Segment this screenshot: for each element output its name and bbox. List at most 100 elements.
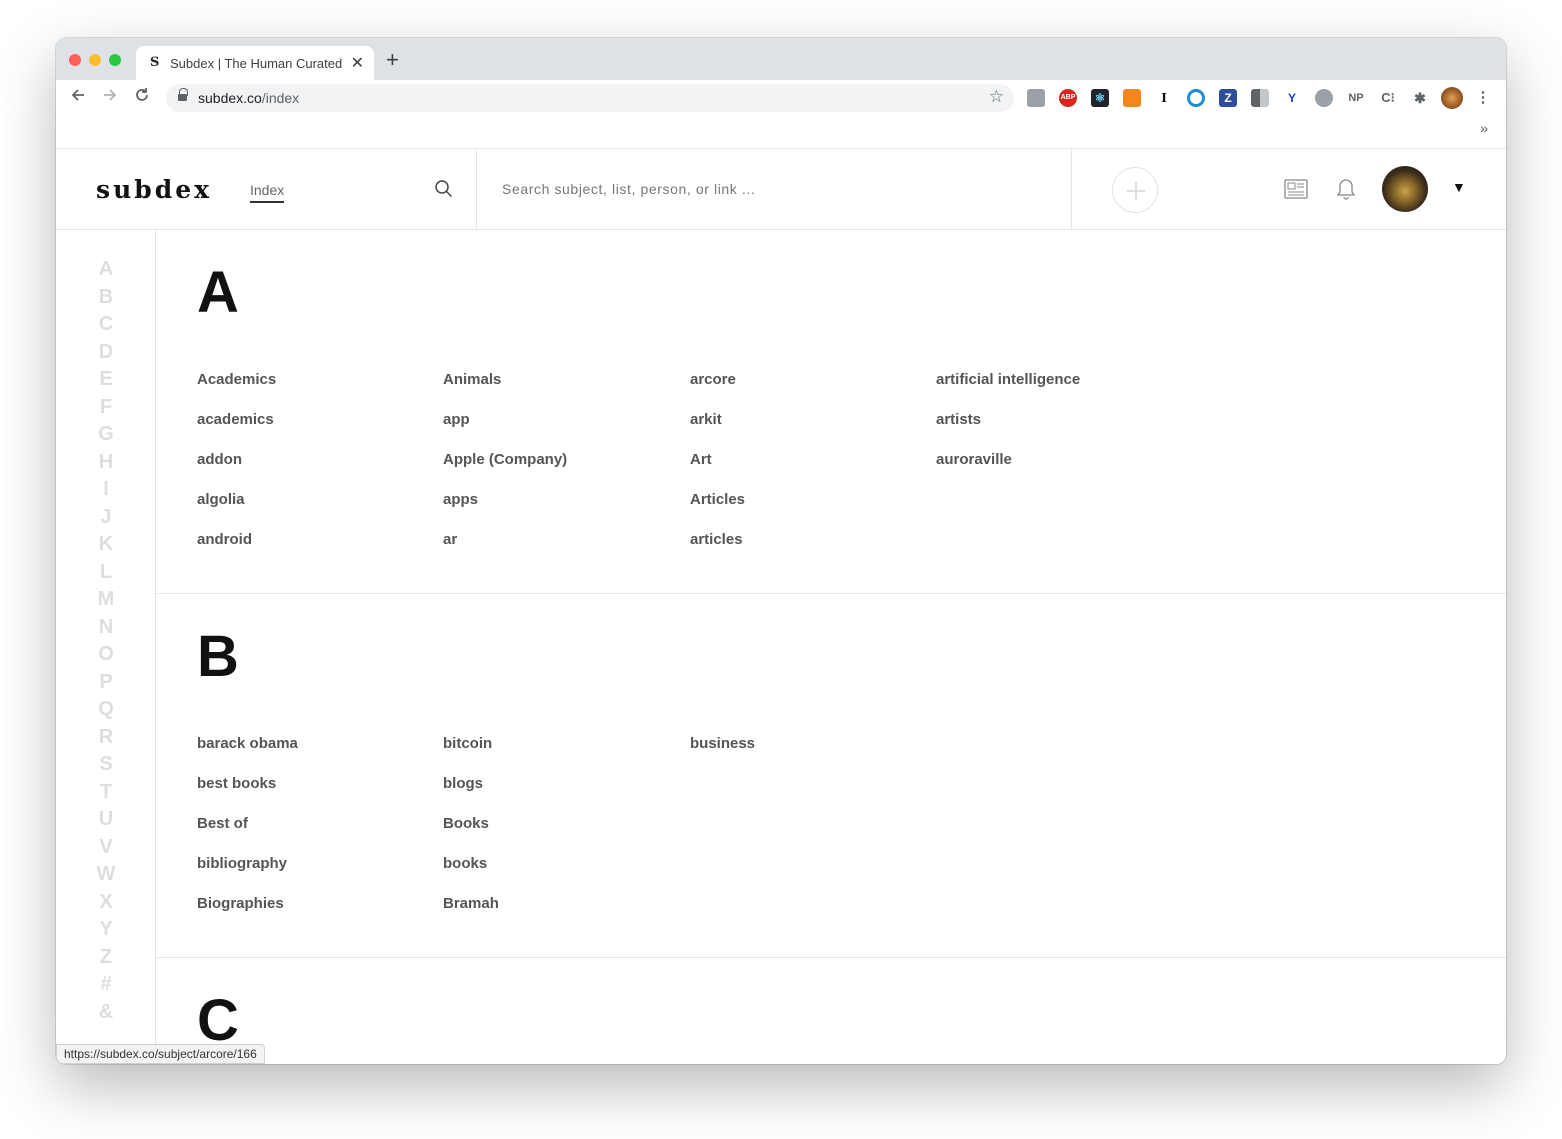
address-bar[interactable]: subdex.co/index ☆ [166,84,1014,112]
lock-icon [178,88,188,103]
close-window-button[interactable] [69,54,81,66]
zotero-icon[interactable]: Z [1219,89,1237,107]
css-icon[interactable]: C⁝ [1379,89,1397,107]
tab-strip: S Subdex | The Human Curated Index ✕ + [56,38,1506,80]
nav-index-link[interactable]: Index [250,182,285,203]
subject-link[interactable]: books [443,855,487,872]
alpha-link[interactable]: E [56,368,156,391]
subject-link[interactable]: Biographies [197,895,284,912]
subdex-favicon-icon: S [150,55,160,70]
alpha-link[interactable]: Q [56,698,156,721]
yoroi-icon[interactable]: Y [1283,89,1301,107]
alpha-link[interactable]: C [56,313,156,336]
avatar[interactable] [1382,166,1428,212]
back-icon[interactable] [70,87,86,108]
alpha-link[interactable]: T [56,781,156,804]
profile-icon[interactable] [1441,87,1463,109]
add-button[interactable] [1112,167,1158,213]
alpha-link[interactable]: B [56,286,156,309]
alpha-link[interactable]: W [56,863,156,886]
np-icon[interactable]: NP [1347,89,1365,107]
subject-link[interactable]: arcore [690,371,736,388]
tab-close-icon[interactable]: ✕ [351,53,364,73]
subject-link[interactable]: barack obama [197,735,298,752]
subject-link[interactable]: academics [197,411,274,428]
search-icon[interactable] [434,179,454,199]
more-menu-icon[interactable]: ⋮ [1474,89,1492,107]
instapaper-icon[interactable]: I [1155,89,1173,107]
react-devtools-icon[interactable]: ⚛ [1091,89,1109,107]
plus-icon [1127,182,1145,200]
subject-link[interactable]: ar [443,531,457,548]
alpha-link[interactable]: Z [56,946,156,969]
subject-link[interactable]: Best of [197,815,248,832]
subject-link[interactable]: Bramah [443,895,499,912]
alpha-link[interactable]: X [56,891,156,914]
new-tab-button[interactable]: + [386,49,399,71]
subject-link[interactable]: Books [443,815,489,832]
alpha-link[interactable]: F [56,396,156,419]
forward-icon[interactable] [102,87,118,108]
bell-icon[interactable] [1336,178,1356,205]
alpha-link[interactable]: U [56,808,156,831]
subject-link[interactable]: addon [197,451,242,468]
subject-link[interactable]: Art [690,451,712,468]
subject-link[interactable]: algolia [197,491,245,508]
subdex-logo[interactable]: subdex [96,175,212,204]
subject-link[interactable]: android [197,531,252,548]
alpha-link[interactable]: K [56,533,156,556]
cursor-icon[interactable] [1187,89,1205,107]
alpha-link[interactable]: M [56,588,156,611]
alpha-link[interactable]: Y [56,918,156,941]
subject-link[interactable]: app [443,411,470,428]
search-input[interactable] [502,177,1062,201]
subject-link[interactable]: artificial intelligence [936,371,1080,388]
subject-link[interactable]: apps [443,491,478,508]
subject-link[interactable]: Apple (Company) [443,451,567,468]
alpha-link[interactable]: J [56,506,156,529]
subject-link[interactable]: arkit [690,411,722,428]
maximize-window-button[interactable] [109,54,121,66]
alpha-link[interactable]: O [56,643,156,666]
subject-link[interactable]: blogs [443,775,483,792]
alpha-link[interactable]: D [56,341,156,364]
metamask-icon[interactable] [1123,89,1141,107]
alpha-link[interactable]: R [56,726,156,749]
newspaper-icon[interactable] [1284,178,1308,205]
alpha-link[interactable]: A [56,258,156,281]
tab-subdex[interactable]: S Subdex | The Human Curated Index ✕ [136,46,374,80]
sidebar-icon[interactable] [1251,89,1269,107]
section-heading: A [197,260,239,325]
alpha-link[interactable]: V [56,836,156,859]
subject-link[interactable]: Academics [197,371,276,388]
alpha-link[interactable]: # [56,973,156,996]
alpha-link[interactable]: S [56,753,156,776]
subject-link[interactable]: Articles [690,491,745,508]
bookmark-star-icon[interactable]: ☆ [989,87,1004,107]
adblock-icon[interactable]: ABP [1059,89,1077,107]
subject-link[interactable]: business [690,735,755,752]
briefcase-icon[interactable] [1027,89,1045,107]
reload-icon[interactable] [134,87,150,108]
subject-link[interactable]: artists [936,411,981,428]
account-dropdown-icon[interactable]: ▼ [1452,179,1466,195]
puzzle-icon[interactable]: ✱ [1411,89,1429,107]
alpha-link[interactable]: P [56,671,156,694]
subject-link[interactable]: best books [197,775,276,792]
subject-link[interactable]: bibliography [197,855,287,872]
alpha-link[interactable]: H [56,451,156,474]
subject-link[interactable]: Animals [443,371,501,388]
alpha-link[interactable]: & [56,1001,156,1024]
alpha-link[interactable]: N [56,616,156,639]
subject-link[interactable]: auroraville [936,451,1012,468]
subject-link[interactable]: bitcoin [443,735,492,752]
alpha-link[interactable]: I [56,478,156,501]
header-divider [476,149,477,230]
subject-link[interactable]: articles [690,531,743,548]
discord-icon[interactable] [1315,89,1333,107]
bookmarks-overflow-icon[interactable]: » [1480,120,1488,136]
alpha-link[interactable]: L [56,561,156,584]
minimize-window-button[interactable] [89,54,101,66]
alpha-link[interactable]: G [56,423,156,446]
section-b: B barack obama best books Best of biblio… [157,594,1506,958]
